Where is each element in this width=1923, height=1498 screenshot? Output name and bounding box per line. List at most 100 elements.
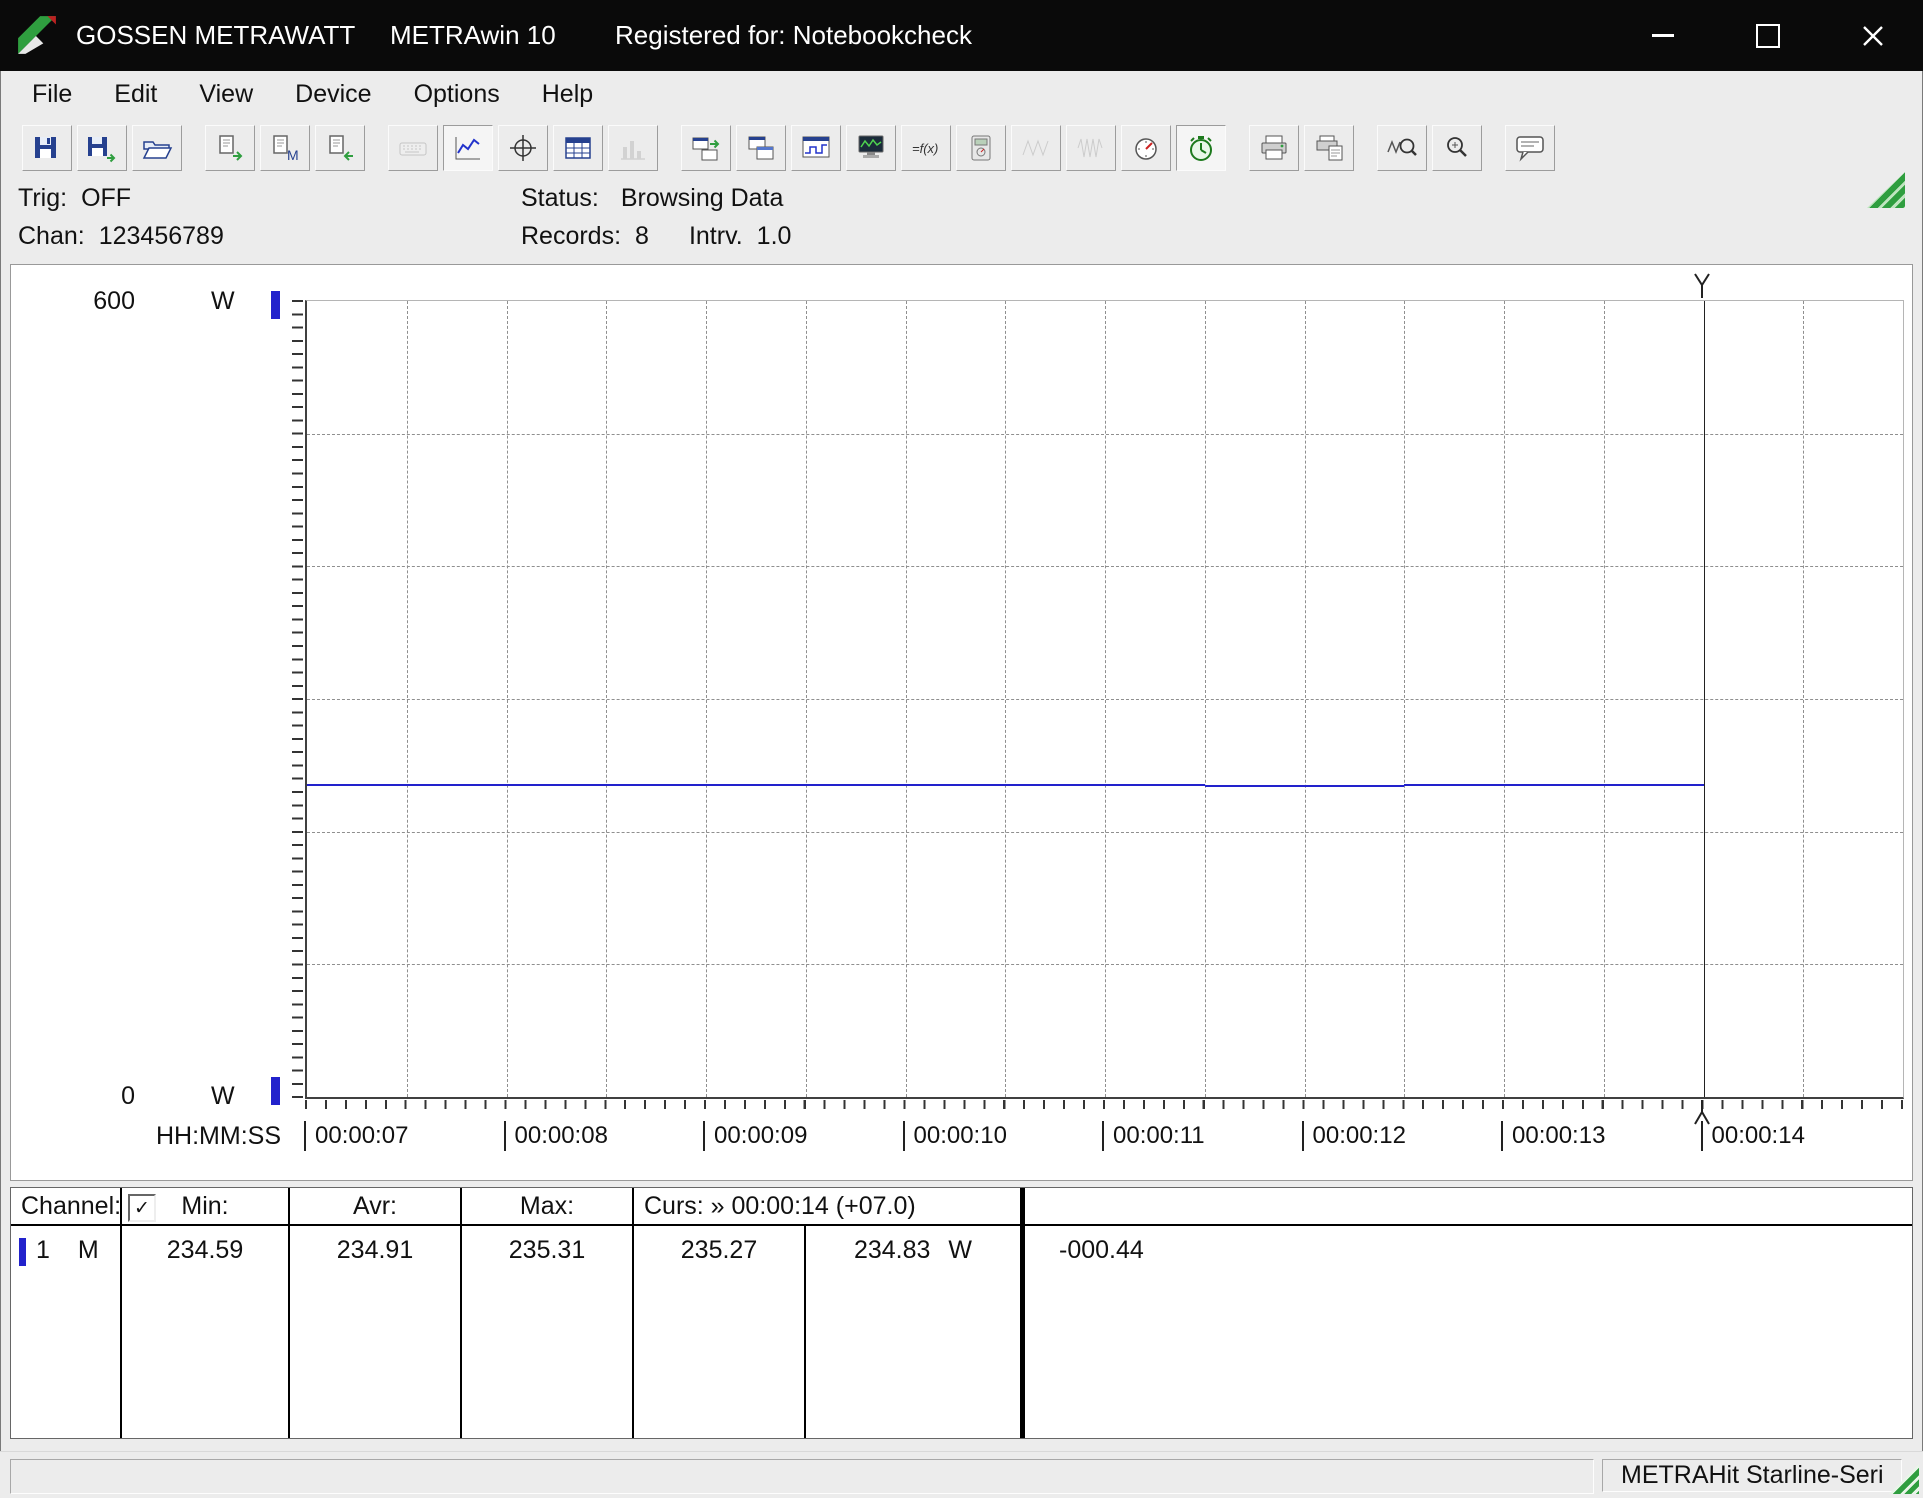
title-registered-text: Registered for: Notebookcheck bbox=[615, 0, 972, 71]
min-column-header: ✓ Min: bbox=[122, 1188, 290, 1226]
table-view-button[interactable] bbox=[553, 125, 603, 171]
cursor-crosshair-button[interactable] bbox=[498, 125, 548, 171]
menu-device[interactable]: Device bbox=[279, 76, 387, 113]
avr-value-cell: 234.91 bbox=[290, 1226, 462, 1438]
channel-number: 1 bbox=[36, 1236, 50, 1265]
import-button[interactable] bbox=[315, 125, 365, 171]
close-icon bbox=[1860, 23, 1886, 49]
waveform-window-button[interactable] bbox=[791, 125, 841, 171]
svg-text:=f(x): =f(x) bbox=[912, 141, 938, 156]
signal-min-button[interactable] bbox=[1011, 125, 1061, 171]
x-tick-label: 00:00:07 bbox=[304, 1121, 408, 1151]
data-line-segment bbox=[706, 784, 906, 786]
zoom-waveform-button[interactable] bbox=[1377, 125, 1427, 171]
gridline-horizontal bbox=[307, 434, 1903, 435]
records-value: 8 bbox=[635, 222, 649, 250]
export-file-button[interactable] bbox=[205, 125, 255, 171]
menu-bar: File Edit View Device Options Help bbox=[0, 71, 1923, 117]
open-button[interactable] bbox=[132, 125, 182, 171]
window-stack-icon bbox=[744, 133, 778, 163]
printer-page-icon bbox=[1312, 133, 1346, 163]
instrument-icon bbox=[964, 133, 998, 163]
trig-label: Trig: bbox=[18, 184, 67, 212]
x-tick-label: 00:00:14 bbox=[1701, 1121, 1805, 1151]
title-bar: GOSSEN METRAWATT METRAwin 10 Registered … bbox=[0, 0, 1923, 71]
minimize-button[interactable] bbox=[1634, 0, 1692, 71]
keyboard-entry-button[interactable] bbox=[388, 125, 438, 171]
menu-view[interactable]: View bbox=[183, 76, 269, 113]
max-value-cell: 235.31 bbox=[462, 1226, 634, 1438]
statistics-view-button[interactable] bbox=[608, 125, 658, 171]
copy-window-button[interactable] bbox=[736, 125, 786, 171]
records-label: Records: bbox=[521, 222, 621, 250]
fx-icon: =f(x) bbox=[909, 133, 943, 163]
menu-file[interactable]: File bbox=[16, 76, 88, 113]
magnifier-wave-icon bbox=[1385, 133, 1419, 163]
cursor-top-marker[interactable] bbox=[1694, 273, 1710, 304]
channel-column-header: Channel: bbox=[11, 1188, 122, 1226]
gridline-horizontal bbox=[307, 699, 1903, 700]
x-tick-label: 00:00:13 bbox=[1501, 1121, 1605, 1151]
annotation-button[interactable] bbox=[1505, 125, 1555, 171]
x-tick-label: 00:00:11 bbox=[1102, 1121, 1205, 1151]
y-axis-unit-top: W bbox=[211, 287, 235, 316]
cursor-bottom-marker[interactable] bbox=[1694, 1099, 1710, 1130]
toolbar: M =f(x) bbox=[0, 117, 1923, 178]
channel-color-marker bbox=[271, 1077, 280, 1105]
channel-cell: 1 M bbox=[11, 1226, 122, 1438]
timer-button[interactable] bbox=[1176, 125, 1226, 171]
chart-view-button[interactable] bbox=[443, 125, 493, 171]
device-panel-button[interactable] bbox=[956, 125, 1006, 171]
x-axis-ticks bbox=[305, 1100, 1903, 1109]
stopwatch-green-icon bbox=[1184, 133, 1218, 163]
menu-help[interactable]: Help bbox=[526, 76, 609, 113]
min-header-label: Min: bbox=[181, 1192, 228, 1221]
device-monitor-button[interactable] bbox=[846, 125, 896, 171]
data-table-icon bbox=[561, 133, 595, 163]
channel-status-line: Chan:123456789 bbox=[18, 222, 224, 251]
gauge-button[interactable] bbox=[1121, 125, 1171, 171]
channel-color-marker bbox=[271, 291, 280, 319]
window-arrow-icon bbox=[689, 133, 723, 163]
zoom-button[interactable] bbox=[1432, 125, 1482, 171]
channel-mode: M bbox=[78, 1236, 99, 1265]
save-button[interactable] bbox=[22, 125, 72, 171]
menu-options[interactable]: Options bbox=[398, 76, 516, 113]
maximize-button[interactable] bbox=[1739, 0, 1797, 71]
signal-max-button[interactable] bbox=[1066, 125, 1116, 171]
cursor-current-value: 234.83 bbox=[854, 1236, 930, 1265]
transfer-window-button[interactable] bbox=[681, 125, 731, 171]
cursor-current-unit: W bbox=[948, 1236, 972, 1265]
export-device-button[interactable]: M bbox=[260, 125, 310, 171]
chan-label: Chan: bbox=[18, 222, 85, 250]
channel-visible-checkbox[interactable]: ✓ bbox=[128, 1194, 156, 1222]
plot-area[interactable] bbox=[305, 300, 1904, 1099]
app-window: GOSSEN METRAWATT METRAwin 10 Registered … bbox=[0, 0, 1923, 1498]
data-line-segment bbox=[1404, 784, 1504, 786]
data-line-segment bbox=[906, 784, 1106, 786]
close-button[interactable] bbox=[1844, 0, 1902, 71]
menu-edit[interactable]: Edit bbox=[98, 76, 173, 113]
y-axis-ticks bbox=[292, 300, 303, 1098]
formula-button[interactable]: =f(x) bbox=[901, 125, 951, 171]
records-status-line: Records:8Intrv.1.0 bbox=[521, 222, 791, 251]
line-chart-icon bbox=[451, 133, 485, 163]
gridline-horizontal bbox=[307, 964, 1903, 965]
speech-bubble-icon bbox=[1513, 133, 1547, 163]
data-line-segment bbox=[1205, 785, 1405, 787]
status-label: Status: bbox=[521, 184, 599, 212]
cursor-line[interactable] bbox=[1704, 301, 1705, 1097]
y-axis-max-label: 600 bbox=[69, 287, 135, 316]
document-m-icon: M bbox=[268, 133, 302, 163]
status-value: Browsing Data bbox=[621, 184, 784, 212]
crosshair-icon bbox=[506, 133, 540, 163]
cursor-current-cell: 234.83 W bbox=[806, 1226, 1025, 1438]
cursor-column-header: Curs: » 00:00:14 (+07.0) bbox=[634, 1188, 1025, 1226]
print-button[interactable] bbox=[1249, 125, 1299, 171]
save-as-button[interactable] bbox=[77, 125, 127, 171]
minimize-icon bbox=[1652, 34, 1674, 37]
gridline-horizontal bbox=[307, 832, 1903, 833]
print-preview-button[interactable] bbox=[1304, 125, 1354, 171]
measurement-table: Channel: ✓ Min: Avr: Max: Curs: » 00:00:… bbox=[10, 1187, 1913, 1439]
document-arrow-in-icon bbox=[323, 133, 357, 163]
